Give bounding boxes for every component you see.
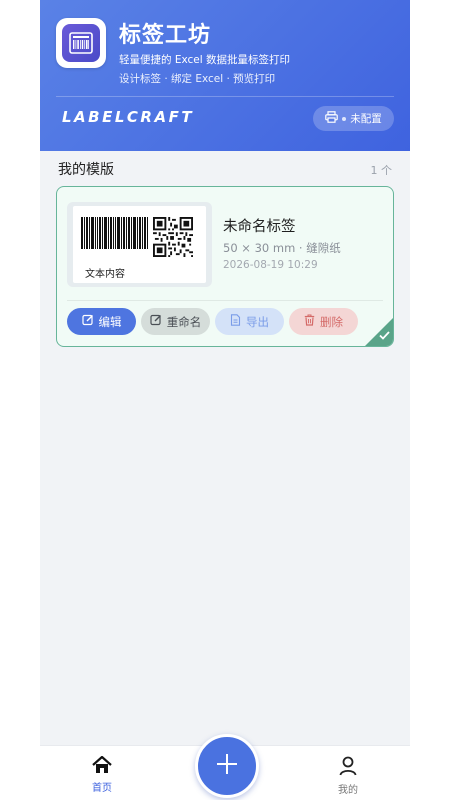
template-preview[interactable]: 文本内容: [67, 202, 212, 287]
rename-label: 重命名: [166, 314, 202, 329]
export-file-icon: [230, 314, 241, 329]
template-date: 2026-08-19 10:29: [223, 259, 318, 271]
status-dot: [342, 116, 347, 121]
printer-status-label: 未配置: [350, 113, 382, 125]
app-title: 标签工坊: [119, 23, 212, 48]
card-divider: [67, 300, 383, 301]
label-preview-canvas: 文本内容: [73, 206, 206, 283]
edit-button[interactable]: 编辑: [67, 308, 136, 335]
template-name: 未命名标签: [223, 219, 296, 235]
edit-label: 编辑: [98, 314, 122, 329]
app-screen: 标签工坊 轻量便捷的 Excel 数据批量标签打印 设计标签 · 绑定 Exce…: [40, 0, 410, 800]
nav-mine[interactable]: 我的: [331, 756, 365, 796]
app-header: 标签工坊 轻量便捷的 Excel 数据批量标签打印 设计标签 · 绑定 Exce…: [40, 0, 410, 151]
qr-code-graphic: [153, 217, 193, 257]
export-label: 导出: [246, 314, 269, 329]
app-logo: [56, 18, 106, 68]
export-button[interactable]: 导出: [215, 308, 284, 335]
nav-home[interactable]: 首页: [85, 755, 119, 794]
user-icon: [331, 756, 365, 780]
nav-mine-label: 我的: [338, 785, 358, 796]
template-card[interactable]: 文本内容 未命名标签 50 × 30 mm · 缝隙纸 2026-08-19 1…: [56, 186, 394, 347]
app-subtitle: 轻量便捷的 Excel 数据批量标签打印: [119, 54, 290, 66]
delete-button[interactable]: 删除: [289, 308, 358, 335]
preview-text: 文本内容: [85, 269, 125, 280]
nav-home-label: 首页: [92, 783, 112, 794]
rename-icon: [150, 314, 162, 329]
app-features: 设计标签 · 绑定 Excel · 预览打印: [119, 73, 276, 85]
add-template-button[interactable]: [195, 734, 259, 798]
templates-count: 1 个: [370, 164, 393, 177]
home-icon: [85, 755, 119, 778]
template-actions: 编辑 重命名 导出 删除: [67, 308, 358, 335]
rename-button[interactable]: 重命名: [141, 308, 210, 335]
brand-wordmark: LABELCRAFT: [62, 108, 195, 126]
label-printer-icon: [62, 24, 100, 62]
header-divider: [56, 96, 394, 97]
printer-icon: [325, 111, 339, 126]
plus-icon: [216, 753, 238, 779]
check-icon: [378, 326, 391, 345]
template-spec: 50 × 30 mm · 缝隙纸: [223, 241, 341, 255]
delete-label: 删除: [320, 314, 343, 329]
templates-section-title: 我的模版: [58, 162, 114, 178]
edit-icon: [81, 314, 94, 329]
barcode-graphic: [81, 217, 148, 249]
trash-icon: [304, 314, 315, 329]
printer-status-button[interactable]: 未配置: [313, 106, 394, 131]
